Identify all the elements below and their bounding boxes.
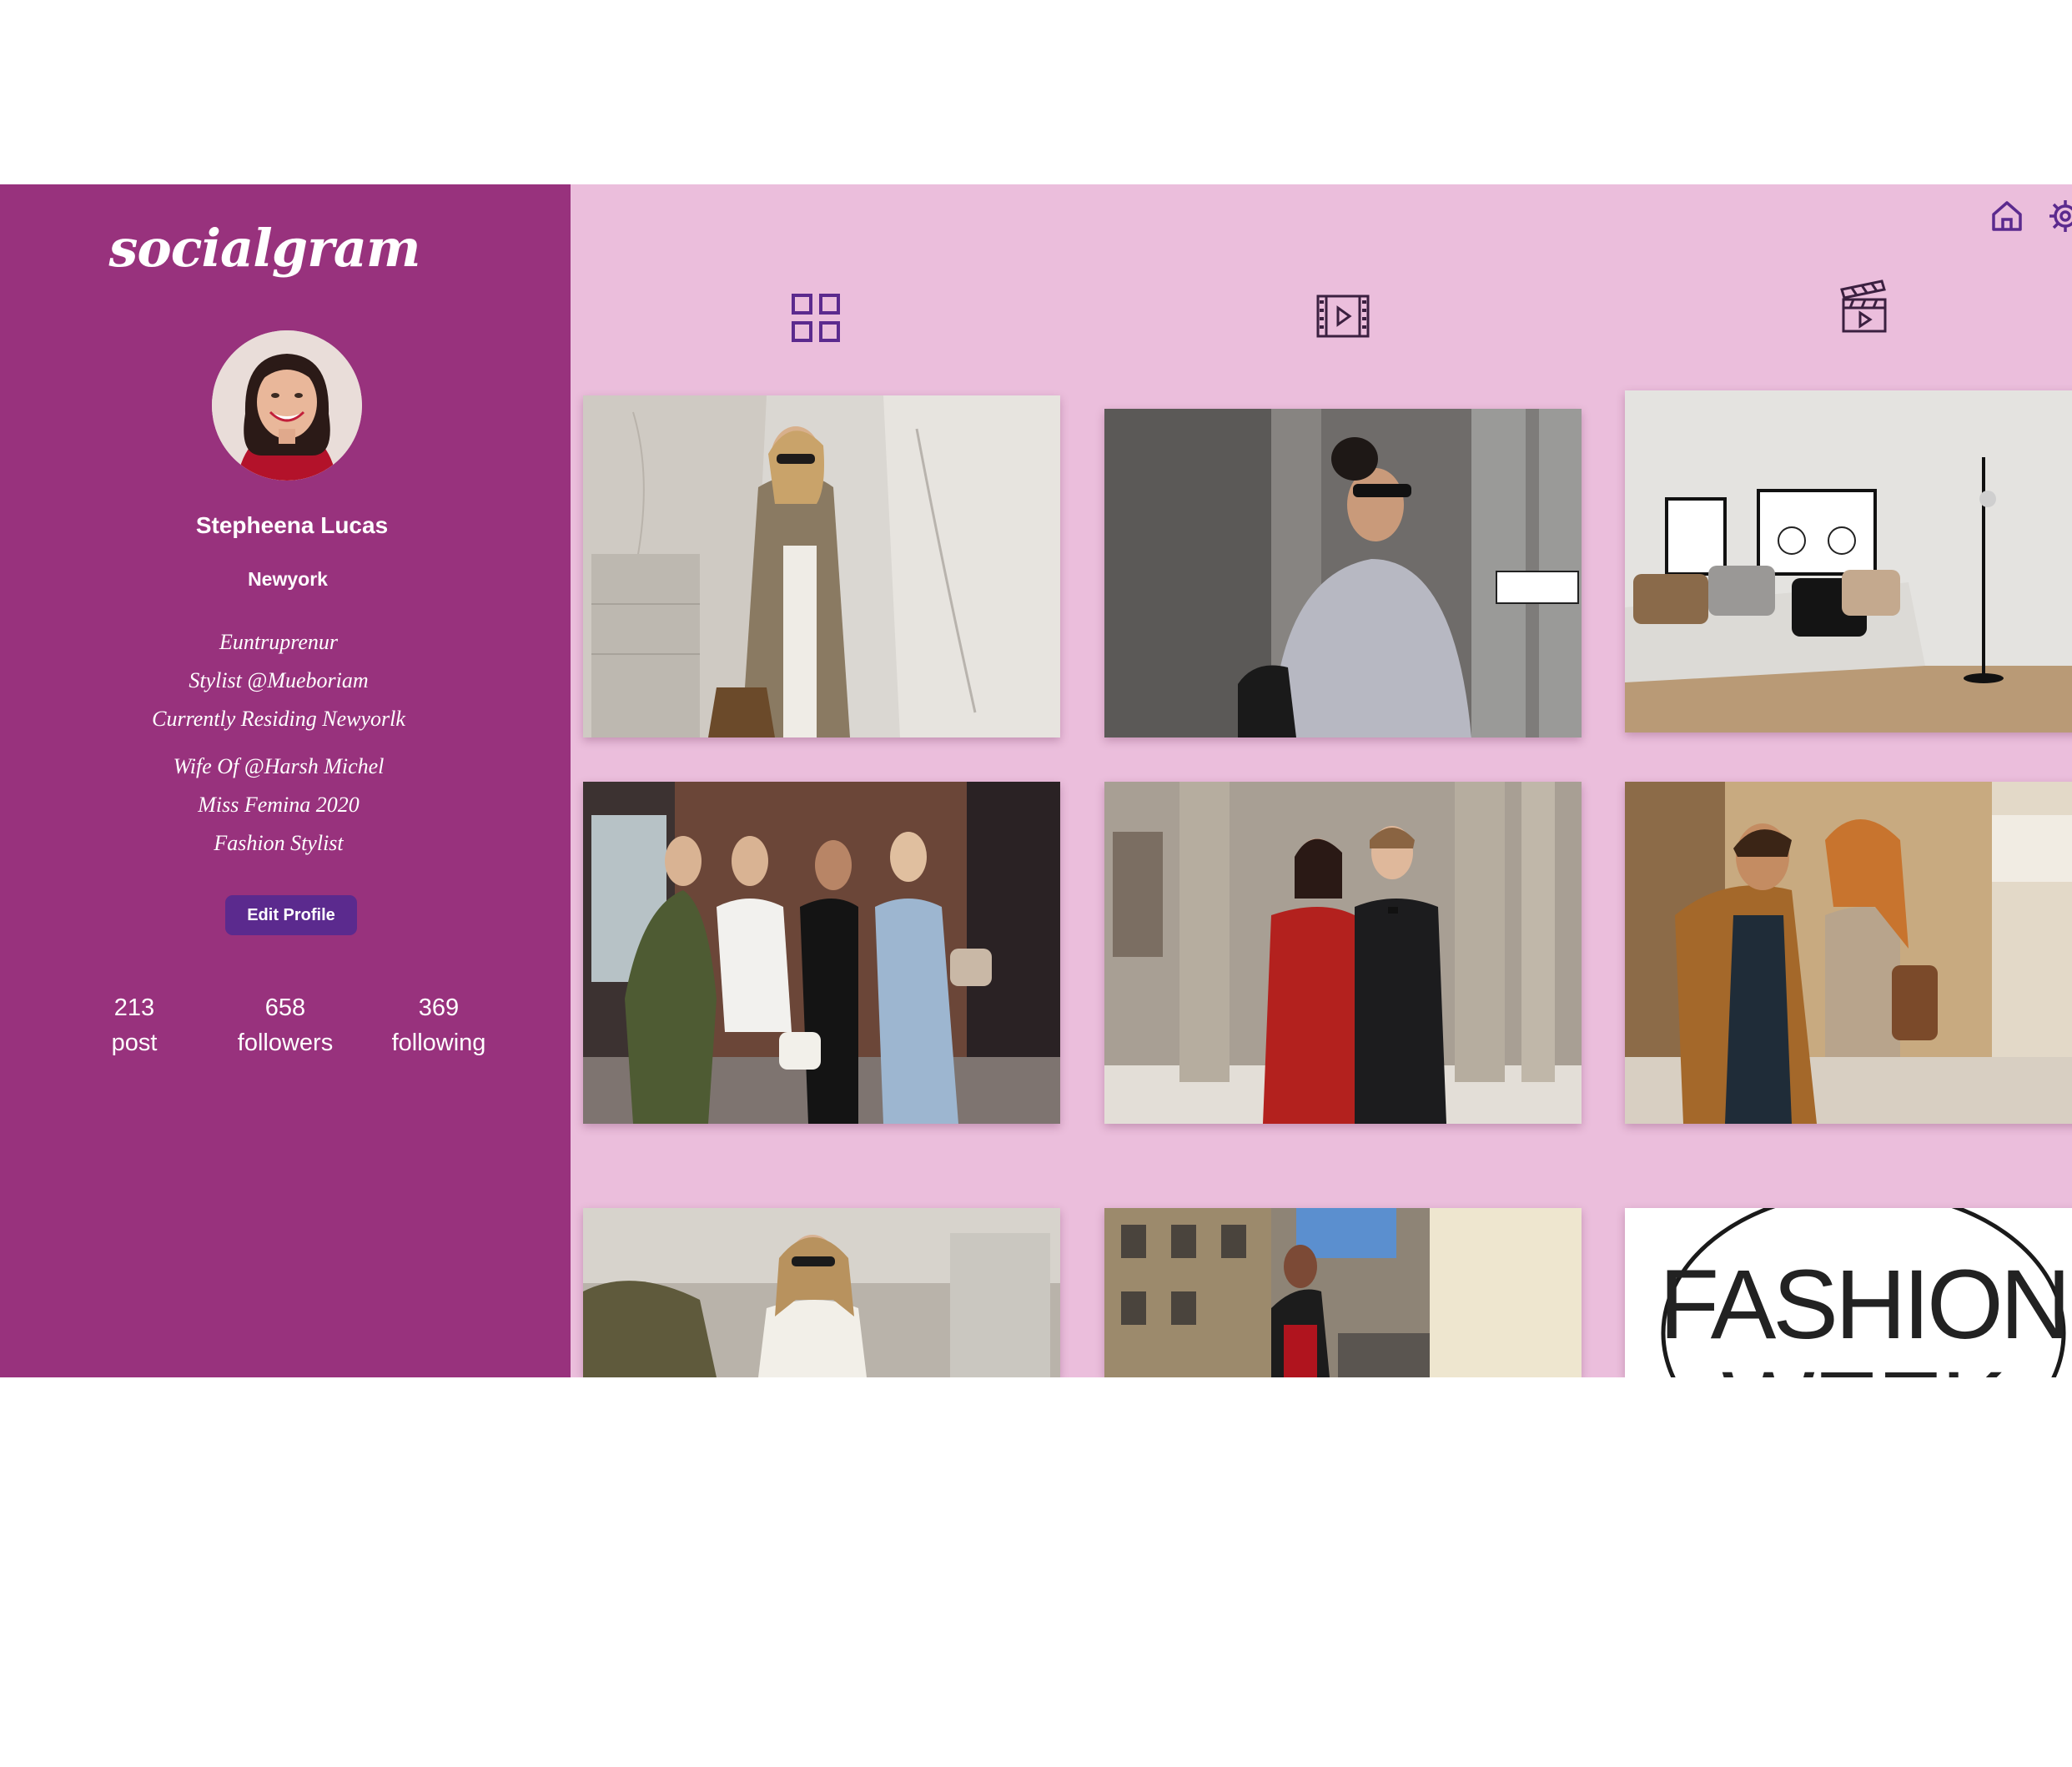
bio-line: Wife Of @Harsh Michel [173, 754, 385, 778]
stat-posts-value: 213 [113, 994, 155, 1021]
stat-followers-label: followers [237, 1029, 334, 1056]
stat-followers[interactable]: 658 followers [219, 990, 352, 1060]
post-thumbnail[interactable] [1104, 782, 1582, 1124]
stat-following[interactable]: 369 following [372, 990, 505, 1060]
stat-posts-label: post [111, 1029, 158, 1056]
grid-icon[interactable] [791, 293, 841, 347]
app-container: socialgram Stepheena Lucas Newyork Euntr… [0, 184, 2072, 1377]
app-logo[interactable]: socialgram [0, 218, 529, 279]
gear-icon[interactable] [2047, 198, 2072, 239]
post-thumbnail[interactable] [1104, 409, 1582, 738]
profile-sidebar: socialgram Stepheena Lucas Newyork Euntr… [0, 184, 571, 1377]
stat-following-value: 369 [418, 994, 460, 1021]
bio-line: Currently Residing Newyorlk [152, 707, 405, 731]
post-thumbnail[interactable]: FASHION WEEK [1625, 1208, 2072, 1377]
post-thumbnail[interactable] [1104, 1208, 1582, 1377]
post-thumbnail[interactable] [583, 782, 1060, 1124]
stat-following-label: following [391, 1029, 486, 1056]
profile-name: Stepheena Lucas [195, 512, 389, 538]
fashion-week-text-line2: WEEK [1625, 1350, 2072, 1377]
post-thumbnail[interactable] [1625, 390, 2072, 732]
clapperboard-icon[interactable] [1838, 278, 1888, 339]
video-icon[interactable] [1316, 293, 1370, 344]
post-thumbnail[interactable] [1625, 782, 2072, 1124]
bio-line: Miss Femina 2020 [198, 793, 360, 817]
bio-line: Stylist @Mueboriam [189, 668, 369, 692]
fashion-week-text: FASHION [1659, 1250, 2071, 1360]
avatar[interactable] [212, 330, 362, 481]
post-thumbnail[interactable] [583, 395, 1060, 738]
post-thumbnail[interactable] [583, 1208, 1060, 1377]
stat-followers-value: 658 [264, 994, 306, 1021]
edit-profile-button[interactable]: Edit Profile [225, 895, 357, 935]
home-icon[interactable] [1989, 198, 2025, 239]
profile-location: Newyork [248, 568, 328, 590]
profile-feed: FASHION WEEK [571, 184, 2072, 1377]
bio-line: Euntruprenur [219, 630, 339, 654]
stat-posts[interactable]: 213 post [83, 990, 185, 1060]
bio-line: Fashion Stylist [214, 831, 344, 855]
